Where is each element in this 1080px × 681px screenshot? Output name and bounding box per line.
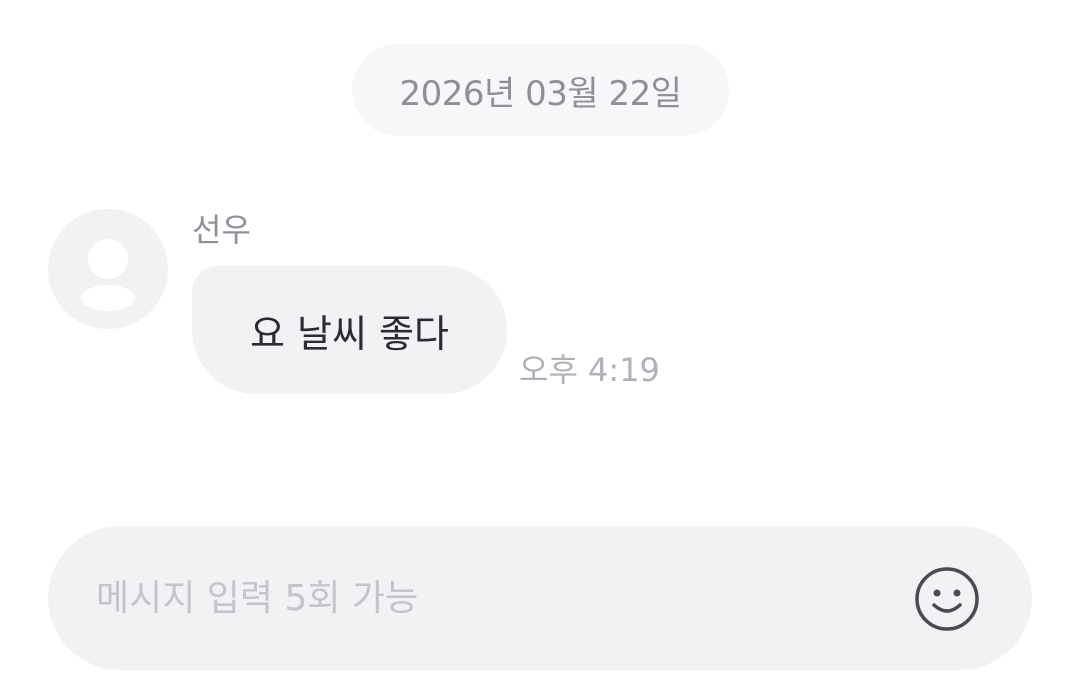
message-text: 요 날씨 좋다 [250, 311, 449, 356]
message-timestamp: 오후 4:19 [519, 351, 660, 389]
smiley-icon [915, 567, 979, 631]
chat-screen: 2026년 03월 22일 선우 요 날씨 좋다 오후 4:19 [0, 0, 1080, 681]
date-separator: 2026년 03월 22일 [352, 44, 729, 136]
message-input[interactable] [96, 526, 916, 670]
message-composer [48, 526, 1032, 670]
date-separator-label: 2026년 03월 22일 [399, 73, 682, 114]
emoji-button[interactable] [914, 566, 980, 632]
message-bubble[interactable]: 요 날씨 좋다 [192, 266, 507, 394]
avatar[interactable] [48, 209, 168, 329]
default-user-icon [81, 239, 135, 311]
sender-name: 선우 [192, 211, 251, 249]
